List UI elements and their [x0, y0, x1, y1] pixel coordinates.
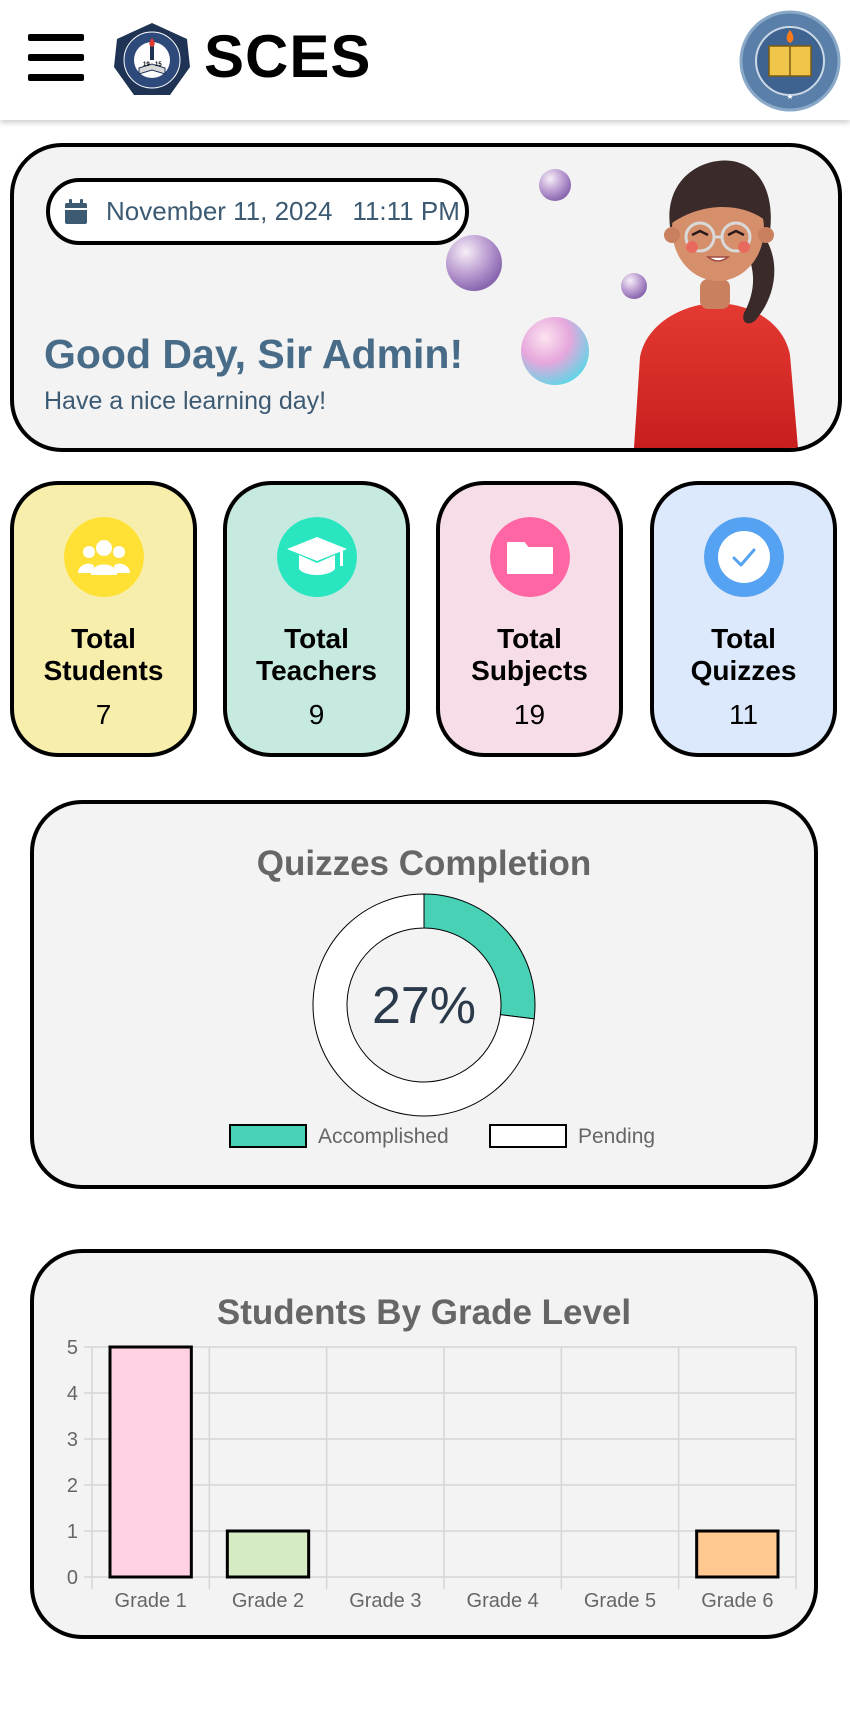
x-tick-label: Grade 5: [584, 1590, 656, 1612]
x-tick-label: Grade 1: [115, 1590, 187, 1612]
bar-grade-1[interactable]: [108, 1345, 193, 1579]
calendar-icon: [65, 198, 87, 224]
stat-label-line1: Total: [71, 623, 136, 654]
students-by-grade-card: Students By Grade Level 0 1 2 3 4 5 Grade 1 Gra…: [30, 1249, 818, 1639]
stat-label-line1: Total: [497, 623, 562, 654]
doughnut-chart: 27% Accomplished Pending: [229, 893, 655, 1148]
stat-label-line2: Quizzes: [690, 655, 797, 686]
x-tick-label: Grade 3: [349, 1590, 421, 1612]
graduation-cap-icon: [276, 517, 357, 597]
total-quizzes-card[interactable]: Total Quizzes 11: [650, 481, 837, 757]
school-seal-logo: [739, 10, 841, 112]
stat-label-line2: Subjects: [471, 655, 588, 686]
svg-text:19: 19: [143, 62, 150, 68]
bar-chart: 0 1 2 3 4 5 Grade 1 Grade 2 Grade 3 Grade 4 Grade …: [67, 1337, 797, 1612]
greeting-text: Good Day, Sir Admin!: [44, 331, 464, 377]
x-tick-label: Grade 6: [701, 1590, 773, 1612]
stat-value: 19: [513, 699, 546, 730]
legend-swatch-pending[interactable]: [489, 1124, 567, 1148]
center-percentage-label: 27%: [372, 977, 476, 1035]
bar-grade-2[interactable]: [225, 1529, 311, 1579]
y-tick-label: 2: [67, 1475, 78, 1497]
users-icon: [63, 517, 144, 597]
brand-title: SCES: [204, 23, 372, 90]
total-subjects-card[interactable]: Total Subjects 19: [436, 481, 623, 757]
stat-label-line1: Total: [711, 623, 776, 654]
welcome-card: November 11, 2024 11:11 PM Good Day, Sir…: [10, 143, 842, 452]
stat-label-line2: Teachers: [256, 655, 377, 686]
y-tick-label: 0: [67, 1567, 78, 1589]
svg-text:15: 15: [155, 62, 162, 68]
school-logo: 19 15: [114, 23, 190, 95]
stat-value: 11: [728, 699, 759, 730]
folder-icon: [489, 517, 570, 597]
x-tick-label: Grade 2: [232, 1590, 304, 1612]
x-tick-label: Grade 4: [467, 1590, 539, 1612]
top-navbar: 19 15 SCES: [0, 0, 850, 120]
hamburger-menu-icon[interactable]: [28, 34, 84, 82]
legend-swatch-accomplished[interactable]: [229, 1124, 307, 1148]
greeting-subtitle: Have a nice learning day!: [44, 387, 327, 415]
stat-label-line1: Total: [284, 623, 349, 654]
quizzes-completion-card: Quizzes Completion 27% Accomplished Pendin…: [30, 800, 818, 1189]
date-time-pill: November 11, 2024 11:11 PM: [46, 178, 469, 245]
check-circle-icon: [703, 517, 784, 597]
total-students-card[interactable]: Total Students 7: [10, 481, 197, 757]
y-tick-label: 5: [67, 1337, 78, 1359]
avatar-illustration: [446, 160, 798, 448]
legend-label-pending[interactable]: Pending: [578, 1125, 655, 1148]
stat-value: 9: [308, 699, 325, 730]
total-teachers-card[interactable]: Total Teachers 9: [223, 481, 410, 757]
bar-grade-6[interactable]: [695, 1529, 780, 1579]
stat-label-line2: Students: [43, 655, 164, 686]
current-date: November 11, 2024: [106, 196, 333, 226]
y-tick-label: 1: [67, 1521, 78, 1543]
stat-value: 7: [95, 699, 112, 730]
legend-label-accomplished[interactable]: Accomplished: [318, 1125, 449, 1148]
y-tick-label: 4: [67, 1383, 78, 1405]
y-tick-label: 3: [67, 1429, 78, 1451]
